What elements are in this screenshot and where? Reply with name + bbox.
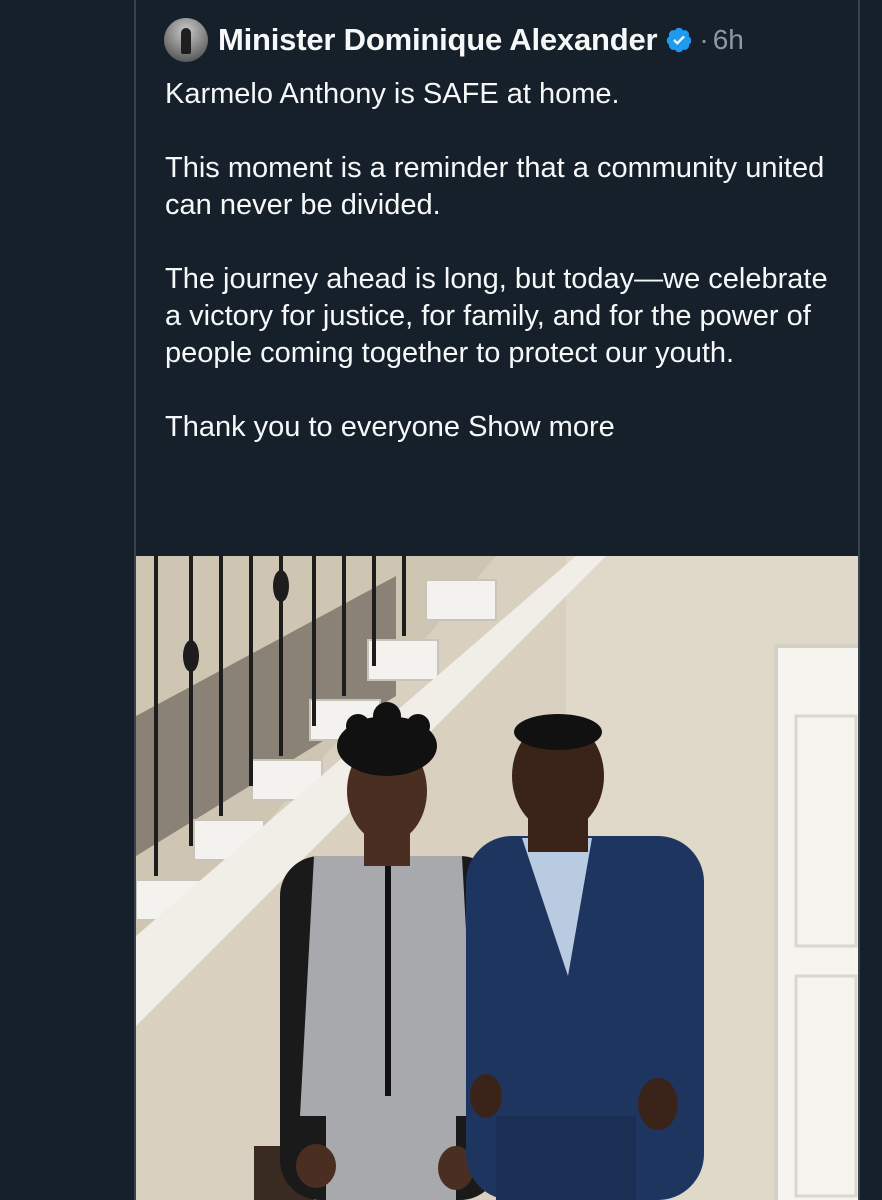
author-avatar[interactable]	[164, 18, 208, 62]
tweet-card[interactable]: Minister Dominique Alexander · 6h Karmel…	[134, 0, 860, 1200]
show-more-link[interactable]: Show more	[468, 411, 615, 443]
tweet-timestamp[interactable]: 6h	[713, 24, 744, 56]
tweet-last-line: Thank you to everyone Show more	[165, 409, 845, 446]
tweet-paragraph: The journey ahead is long, but today—we …	[165, 263, 828, 369]
author-name[interactable]: Minister Dominique Alexander	[218, 22, 658, 58]
tweet-paragraph: Karmelo Anthony is SAFE at home.	[165, 78, 620, 110]
photo-illustration	[136, 556, 858, 1200]
avatar-figure	[181, 28, 191, 54]
screen: Minister Dominique Alexander · 6h Karmel…	[0, 0, 882, 1200]
tweet-header: Minister Dominique Alexander · 6h	[164, 16, 744, 64]
truncated-text: Thank you to everyone	[165, 411, 461, 443]
time-separator: ·	[699, 24, 709, 55]
tweet-text: Karmelo Anthony is SAFE at home. This mo…	[165, 76, 845, 483]
tweet-photo[interactable]	[136, 556, 858, 1200]
verified-badge-icon	[667, 27, 692, 53]
tweet-paragraph: This moment is a reminder that a communi…	[165, 152, 825, 221]
